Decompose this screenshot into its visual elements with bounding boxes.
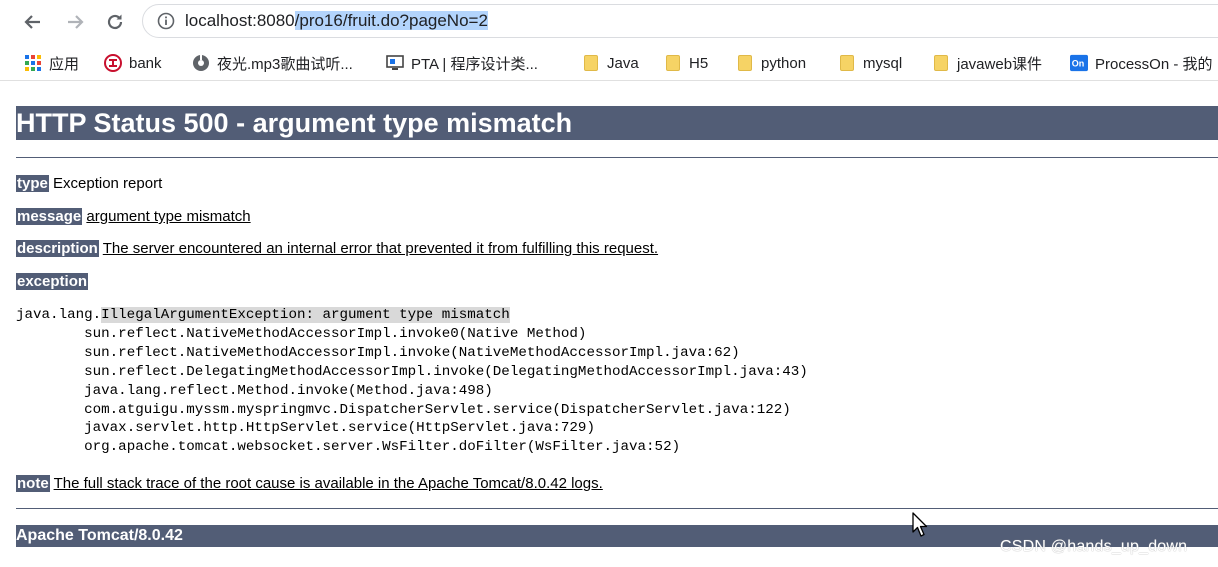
bookmark-bank[interactable]: bank	[104, 52, 162, 74]
forward-arrow-icon[interactable]	[62, 9, 88, 35]
exception-row: exception	[16, 273, 89, 291]
bookmarks-bar: 应用 bank 夜光.mp3歌曲试听... PTA | 程序设计类... Jav…	[0, 46, 1218, 81]
bookmark-folder-python[interactable]: python	[736, 52, 806, 74]
pta-site-icon	[386, 54, 404, 72]
folder-icon	[838, 54, 856, 72]
divider	[16, 508, 1218, 509]
description-label: description	[16, 240, 99, 257]
bookmark-label: PTA | 程序设计类...	[411, 55, 538, 73]
stack-trace: java.lang.IllegalArgumentException: argu…	[16, 306, 808, 457]
bookmark-label: 夜光.mp3歌曲试听...	[217, 55, 353, 73]
apps-grid-icon	[24, 54, 42, 72]
bookmark-label: ProcessOn - 我的	[1095, 55, 1213, 73]
processon-icon: On	[1070, 54, 1088, 72]
music-site-icon	[192, 54, 210, 72]
url-path-selected: /pro16/fruit.do?pageNo=2	[294, 11, 488, 30]
bookmark-processon[interactable]: On ProcessOn - 我的	[1070, 52, 1213, 74]
exception-label: exception	[16, 273, 89, 290]
stack-frame: javax.servlet.http.HttpServlet.service(H…	[84, 420, 595, 437]
bookmark-pta[interactable]: PTA | 程序设计类...	[386, 52, 538, 74]
bookmark-label: mysql	[863, 54, 903, 72]
stack-frame: sun.reflect.NativeMethodAccessorImpl.inv…	[84, 344, 740, 361]
back-arrow-icon[interactable]	[20, 9, 46, 35]
stack-frame: org.apache.tomcat.websocket.server.WsFil…	[84, 439, 681, 456]
type-value: Exception report	[53, 175, 163, 192]
info-icon[interactable]	[157, 12, 175, 30]
bookmark-label: python	[761, 54, 807, 72]
folder-icon	[582, 54, 600, 72]
reload-icon[interactable]	[102, 9, 128, 35]
folder-icon	[664, 54, 682, 72]
address-bar[interactable]: localhost:8080/pro16/fruit.do?pageNo=2	[142, 4, 1218, 38]
bookmark-folder-h5[interactable]: H5	[664, 52, 708, 74]
url-host: localhost:8080	[185, 11, 295, 30]
mouse-cursor-icon	[912, 512, 928, 537]
note-row: note The full stack trace of the root ca…	[16, 475, 603, 493]
bookmark-folder-javaweb[interactable]: javaweb课件	[932, 52, 1042, 74]
bank-logo-icon	[104, 54, 122, 72]
stack-frame: sun.reflect.DelegatingMethodAccessorImpl…	[84, 363, 808, 380]
bookmark-folder-mysql[interactable]: mysql	[838, 52, 902, 74]
description-row: description The server encountered an in…	[16, 240, 658, 258]
bookmark-folder-java[interactable]: Java	[582, 52, 639, 74]
type-label: type	[16, 175, 49, 192]
watermark: CSDN @hands_up_down	[1000, 538, 1188, 555]
server-version: Apache Tomcat/8.0.42	[16, 527, 183, 544]
browser-toolbar: localhost:8080/pro16/fruit.do?pageNo=2	[0, 0, 1218, 44]
divider	[16, 157, 1218, 158]
message-value: argument type mismatch	[86, 208, 251, 225]
stack-frame: com.atguigu.myssm.myspringmvc.Dispatcher…	[84, 401, 791, 418]
svg-text:On: On	[1072, 59, 1085, 69]
url-text[interactable]: localhost:8080/pro16/fruit.do?pageNo=2	[185, 10, 488, 32]
message-row: message argument type mismatch	[16, 208, 251, 226]
note-label: note	[16, 475, 50, 492]
bookmark-label: 应用	[49, 55, 80, 73]
description-value: The server encountered an internal error…	[102, 240, 659, 257]
bookmark-label: bank	[129, 54, 162, 72]
exception-prefix: java.lang.	[16, 307, 102, 323]
page-title: HTTP Status 500 - argument type mismatch	[16, 108, 573, 138]
folder-icon	[736, 54, 754, 72]
bookmark-apps[interactable]: 应用	[24, 52, 79, 74]
bookmark-label: Java	[607, 54, 639, 72]
bookmark-music-site[interactable]: 夜光.mp3歌曲试听...	[192, 52, 353, 74]
stack-frame: sun.reflect.NativeMethodAccessorImpl.inv…	[84, 325, 587, 342]
folder-icon	[932, 54, 950, 72]
bookmark-label: H5	[689, 54, 709, 72]
stack-frame: java.lang.reflect.Method.invoke(Method.j…	[84, 382, 493, 399]
message-label: message	[16, 208, 83, 225]
type-row: type Exception report	[16, 175, 162, 193]
note-value: The full stack trace of the root cause i…	[53, 475, 603, 492]
exception-highlight: IllegalArgumentException: argument type …	[101, 307, 510, 323]
bookmark-label: javaweb课件	[957, 55, 1043, 73]
